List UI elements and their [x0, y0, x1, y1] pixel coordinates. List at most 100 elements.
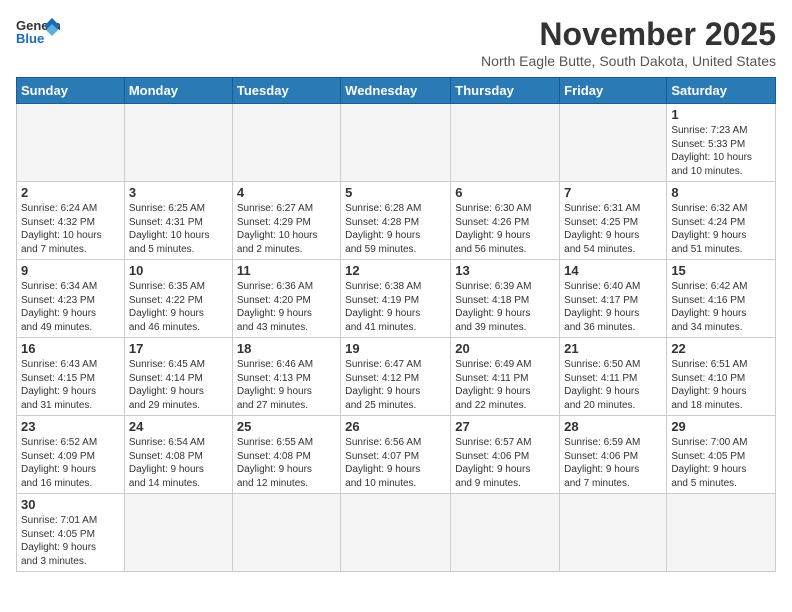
column-header-wednesday: Wednesday	[341, 78, 451, 104]
title-area: November 2025 North Eagle Butte, South D…	[481, 16, 776, 69]
calendar-cell	[560, 494, 667, 572]
day-number: 17	[129, 341, 228, 356]
day-info: Sunrise: 7:01 AM Sunset: 4:05 PM Dayligh…	[21, 514, 120, 568]
month-title: November 2025	[481, 16, 776, 53]
day-info: Sunrise: 6:36 AM Sunset: 4:20 PM Dayligh…	[237, 280, 336, 334]
day-number: 6	[455, 185, 555, 200]
day-info: Sunrise: 6:52 AM Sunset: 4:09 PM Dayligh…	[21, 436, 120, 490]
calendar-cell: 18Sunrise: 6:46 AM Sunset: 4:13 PM Dayli…	[232, 338, 340, 416]
logo: General Blue	[16, 16, 60, 46]
calendar-cell: 2 Sunrise: 6:24 AM Sunset: 4:32 PM Daylig…	[17, 182, 125, 260]
day-info: Sunrise: 7:23 AM Sunset: 5:33 PM Dayligh…	[671, 124, 771, 178]
calendar-cell: 24 Sunrise: 6:54 AM Sunset: 4:08 PM Dayli…	[124, 416, 232, 494]
calendar-cell: 14 Sunrise: 6:40 AM Sunset: 4:17 PM Dayli…	[560, 260, 667, 338]
day-info: Sunrise: 6:57 AM Sunset: 4:06 PM Dayligh…	[455, 436, 555, 490]
day-number: 16	[21, 341, 120, 356]
column-header-monday: Monday	[124, 78, 232, 104]
calendar-week-row: 16 Sunrise: 6:43 AM Sunset: 4:15 PM Dayli…	[17, 338, 776, 416]
day-info: Sunrise: 6:47 AM Sunset: 4:12 PM Dayligh…	[345, 358, 446, 412]
calendar-cell	[560, 104, 667, 182]
calendar-cell	[341, 494, 451, 572]
day-info: Sunrise: 6:40 AM Sunset: 4:17 PM Dayligh…	[564, 280, 662, 334]
day-info: Sunrise: 6:42 AM Sunset: 4:16 PM Dayligh…	[671, 280, 771, 334]
day-info: Sunrise: 6:34 AM Sunset: 4:23 PM Dayligh…	[21, 280, 120, 334]
calendar-table: SundayMondayTuesdayWednesdayThursdayFrid…	[16, 77, 776, 572]
day-info: Sunrise: 6:59 AM Sunset: 4:06 PM Dayligh…	[564, 436, 662, 490]
calendar-week-row: 9Sunrise: 6:34 AM Sunset: 4:23 PM Daylig…	[17, 260, 776, 338]
calendar-cell: 10 Sunrise: 6:35 AM Sunset: 4:22 PM Dayli…	[124, 260, 232, 338]
calendar-cell	[17, 104, 125, 182]
day-info: Sunrise: 6:31 AM Sunset: 4:25 PM Dayligh…	[564, 202, 662, 256]
day-number: 20	[455, 341, 555, 356]
location-title: North Eagle Butte, South Dakota, United …	[481, 53, 776, 69]
column-header-tuesday: Tuesday	[232, 78, 340, 104]
day-number: 27	[455, 419, 555, 434]
day-info: Sunrise: 7:00 AM Sunset: 4:05 PM Dayligh…	[671, 436, 771, 490]
svg-text:Blue: Blue	[16, 31, 44, 46]
calendar-cell: 15Sunrise: 6:42 AM Sunset: 4:16 PM Dayli…	[667, 260, 776, 338]
day-number: 11	[237, 263, 336, 278]
calendar-cell: 5 Sunrise: 6:28 AM Sunset: 4:28 PM Daylig…	[341, 182, 451, 260]
day-info: Sunrise: 6:39 AM Sunset: 4:18 PM Dayligh…	[455, 280, 555, 334]
calendar-cell: 28 Sunrise: 6:59 AM Sunset: 4:06 PM Dayli…	[560, 416, 667, 494]
calendar-cell: 25 Sunrise: 6:55 AM Sunset: 4:08 PM Dayli…	[232, 416, 340, 494]
day-info: Sunrise: 6:25 AM Sunset: 4:31 PM Dayligh…	[129, 202, 228, 256]
calendar-cell: 20 Sunrise: 6:49 AM Sunset: 4:11 PM Dayli…	[451, 338, 560, 416]
calendar-cell: 27 Sunrise: 6:57 AM Sunset: 4:06 PM Dayli…	[451, 416, 560, 494]
day-info: Sunrise: 6:38 AM Sunset: 4:19 PM Dayligh…	[345, 280, 446, 334]
day-info: Sunrise: 6:43 AM Sunset: 4:15 PM Dayligh…	[21, 358, 120, 412]
calendar-cell: 11 Sunrise: 6:36 AM Sunset: 4:20 PM Dayli…	[232, 260, 340, 338]
calendar-week-row: 1Sunrise: 7:23 AM Sunset: 5:33 PM Daylig…	[17, 104, 776, 182]
calendar-week-row: 23Sunrise: 6:52 AM Sunset: 4:09 PM Dayli…	[17, 416, 776, 494]
calendar-cell: 30 Sunrise: 7:01 AM Sunset: 4:05 PM Dayli…	[17, 494, 125, 572]
day-number: 4	[237, 185, 336, 200]
column-header-friday: Friday	[560, 78, 667, 104]
calendar-cell: 23Sunrise: 6:52 AM Sunset: 4:09 PM Dayli…	[17, 416, 125, 494]
column-header-thursday: Thursday	[451, 78, 560, 104]
day-info: Sunrise: 6:27 AM Sunset: 4:29 PM Dayligh…	[237, 202, 336, 256]
calendar-header-row: SundayMondayTuesdayWednesdayThursdayFrid…	[17, 78, 776, 104]
calendar-cell: 6Sunrise: 6:30 AM Sunset: 4:26 PM Daylig…	[451, 182, 560, 260]
calendar-cell: 3 Sunrise: 6:25 AM Sunset: 4:31 PM Daylig…	[124, 182, 232, 260]
day-info: Sunrise: 6:55 AM Sunset: 4:08 PM Dayligh…	[237, 436, 336, 490]
day-number: 3	[129, 185, 228, 200]
calendar-cell: 1Sunrise: 7:23 AM Sunset: 5:33 PM Daylig…	[667, 104, 776, 182]
day-info: Sunrise: 6:49 AM Sunset: 4:11 PM Dayligh…	[455, 358, 555, 412]
day-number: 28	[564, 419, 662, 434]
day-info: Sunrise: 6:35 AM Sunset: 4:22 PM Dayligh…	[129, 280, 228, 334]
day-number: 18	[237, 341, 336, 356]
calendar-cell: 8 Sunrise: 6:32 AM Sunset: 4:24 PM Daylig…	[667, 182, 776, 260]
calendar-cell: 16 Sunrise: 6:43 AM Sunset: 4:15 PM Dayli…	[17, 338, 125, 416]
day-number: 19	[345, 341, 446, 356]
calendar-cell	[451, 494, 560, 572]
day-info: Sunrise: 6:56 AM Sunset: 4:07 PM Dayligh…	[345, 436, 446, 490]
day-number: 14	[564, 263, 662, 278]
day-info: Sunrise: 6:24 AM Sunset: 4:32 PM Dayligh…	[21, 202, 120, 256]
calendar-cell: 9Sunrise: 6:34 AM Sunset: 4:23 PM Daylig…	[17, 260, 125, 338]
day-number: 8	[671, 185, 771, 200]
calendar-cell: 26Sunrise: 6:56 AM Sunset: 4:07 PM Dayli…	[341, 416, 451, 494]
calendar-cell	[124, 494, 232, 572]
calendar-cell: 17Sunrise: 6:45 AM Sunset: 4:14 PM Dayli…	[124, 338, 232, 416]
day-info: Sunrise: 6:51 AM Sunset: 4:10 PM Dayligh…	[671, 358, 771, 412]
day-number: 12	[345, 263, 446, 278]
day-number: 2	[21, 185, 120, 200]
day-info: Sunrise: 6:28 AM Sunset: 4:28 PM Dayligh…	[345, 202, 446, 256]
day-number: 24	[129, 419, 228, 434]
calendar-week-row: 30 Sunrise: 7:01 AM Sunset: 4:05 PM Dayli…	[17, 494, 776, 572]
day-number: 7	[564, 185, 662, 200]
calendar-cell: 21Sunrise: 6:50 AM Sunset: 4:11 PM Dayli…	[560, 338, 667, 416]
day-info: Sunrise: 6:54 AM Sunset: 4:08 PM Dayligh…	[129, 436, 228, 490]
column-header-sunday: Sunday	[17, 78, 125, 104]
day-info: Sunrise: 6:32 AM Sunset: 4:24 PM Dayligh…	[671, 202, 771, 256]
day-number: 30	[21, 497, 120, 512]
logo-icon: General Blue	[16, 16, 60, 46]
day-number: 10	[129, 263, 228, 278]
calendar-cell	[667, 494, 776, 572]
day-number: 25	[237, 419, 336, 434]
calendar-cell: 7 Sunrise: 6:31 AM Sunset: 4:25 PM Daylig…	[560, 182, 667, 260]
day-number: 13	[455, 263, 555, 278]
day-number: 5	[345, 185, 446, 200]
calendar-cell	[451, 104, 560, 182]
calendar-cell: 19 Sunrise: 6:47 AM Sunset: 4:12 PM Dayli…	[341, 338, 451, 416]
